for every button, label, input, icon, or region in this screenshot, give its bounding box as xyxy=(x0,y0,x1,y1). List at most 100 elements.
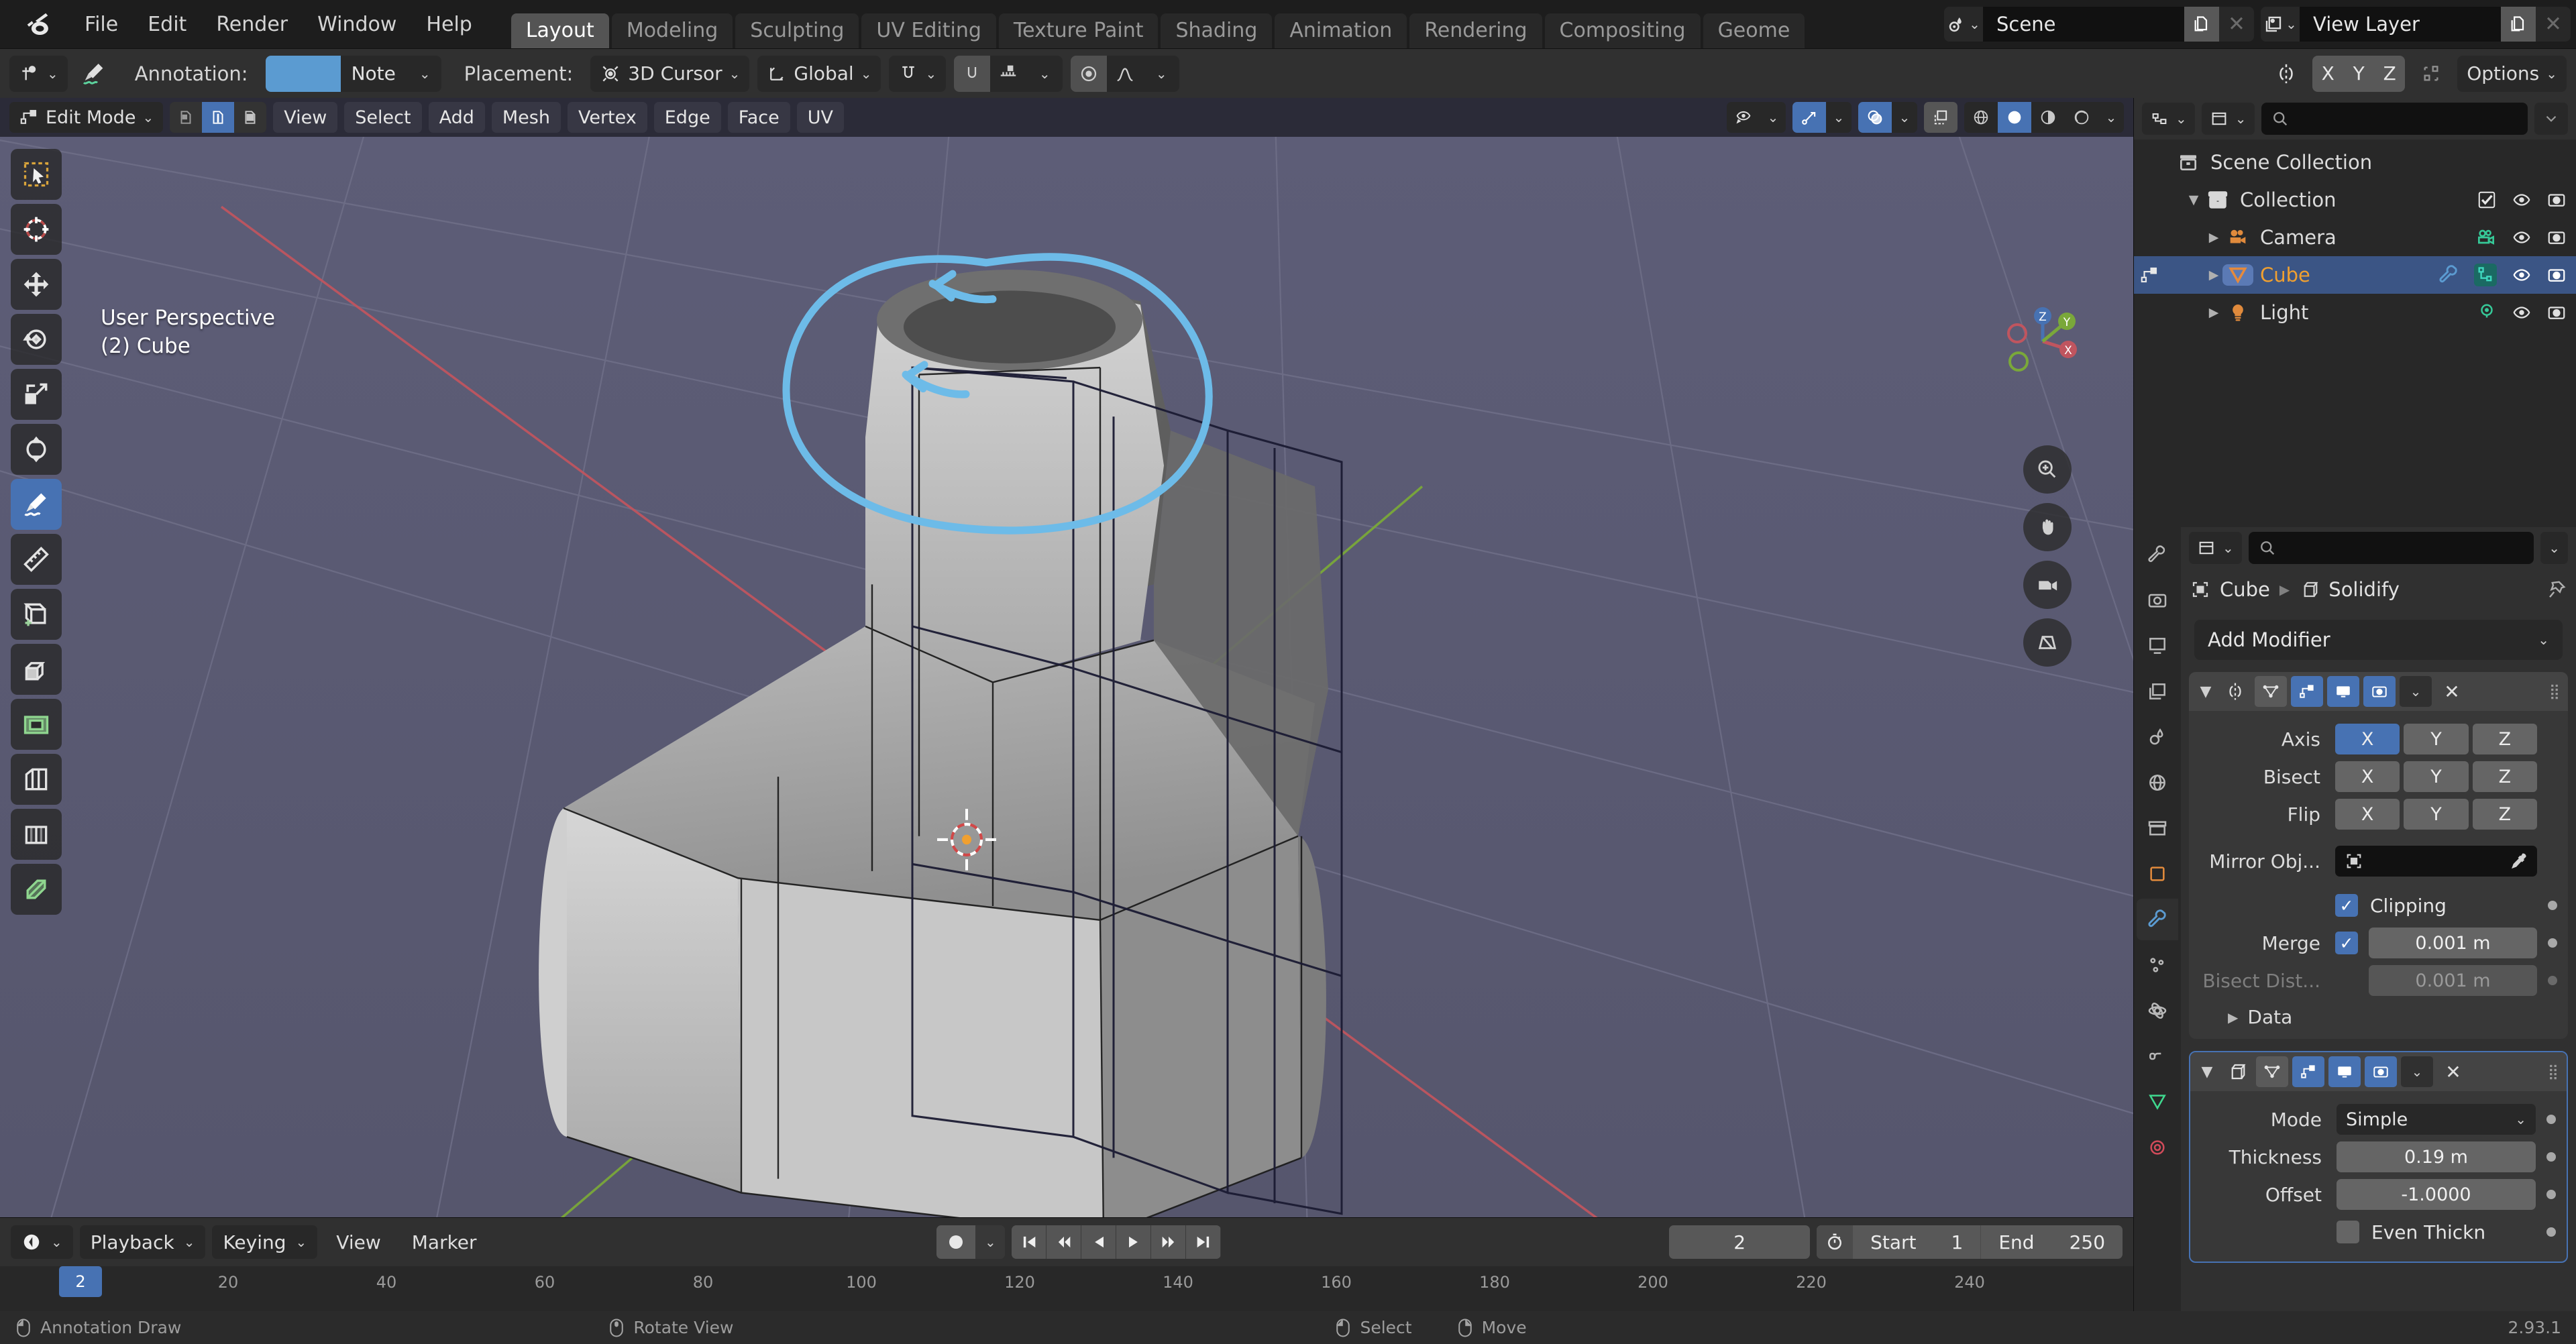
outliner-row-light[interactable]: ▶ Light xyxy=(2134,294,2576,331)
outliner-row-scene-collection[interactable]: Scene Collection xyxy=(2134,144,2576,181)
tab-collection[interactable] xyxy=(2137,807,2178,849)
tab-particles[interactable] xyxy=(2137,944,2178,986)
tool-select-box[interactable] xyxy=(11,149,62,200)
viewport-menu-select[interactable]: Select xyxy=(344,102,422,133)
tool-loop-cut[interactable] xyxy=(11,809,62,860)
light-data-icon[interactable] xyxy=(2477,302,2497,323)
tab-tool[interactable] xyxy=(2137,534,2178,575)
collection-exclude-checkbox[interactable] xyxy=(2477,190,2497,210)
tool-annotate[interactable] xyxy=(11,479,62,530)
tab-output[interactable] xyxy=(2137,625,2178,667)
animate-property-dot[interactable] xyxy=(2546,1227,2556,1237)
face-select-mode-icon[interactable] xyxy=(234,102,267,133)
properties-filter-chevron-icon[interactable]: ⌄ xyxy=(2540,532,2568,564)
vertex-select-mode-icon[interactable] xyxy=(170,102,203,133)
pin-icon[interactable] xyxy=(2546,579,2567,600)
properties-editor-type-selector[interactable]: ⌄ xyxy=(2189,532,2242,564)
bisect-y-button[interactable]: Y xyxy=(2404,761,2469,792)
start-frame-field[interactable]: Start 1 xyxy=(1853,1225,1982,1259)
thickness-field[interactable]: 0.19 m xyxy=(2337,1141,2536,1172)
interaction-mode-dropdown[interactable]: Edit Mode ⌄ xyxy=(9,102,164,133)
tab-constraints[interactable] xyxy=(2137,1035,2178,1077)
annotation-layer-dropdown[interactable]: Note ⌄ xyxy=(340,55,441,92)
modifier-show-in-edit-mode-icon[interactable] xyxy=(2292,1056,2324,1087)
tab-physics[interactable] xyxy=(2137,990,2178,1031)
modifier-show-in-edit-cage-icon[interactable] xyxy=(2255,676,2287,707)
timeline-editor-type-selector[interactable]: ⌄ xyxy=(11,1225,73,1259)
jump-to-next-keyframe-button[interactable] xyxy=(1151,1225,1187,1259)
workspace-tab-geometry-nodes[interactable]: Geome xyxy=(1703,13,1805,48)
tool-rotate[interactable] xyxy=(11,314,62,365)
tool-measure[interactable] xyxy=(11,534,62,585)
object-visibility-icon[interactable] xyxy=(1727,102,1760,133)
show-gizmo-icon[interactable] xyxy=(1792,102,1826,133)
snap-target-icon[interactable] xyxy=(990,56,1026,92)
symmetry-axis-y[interactable]: Y xyxy=(2343,55,2375,92)
viewport-menu-view[interactable]: View xyxy=(273,102,338,133)
toggle-xray-icon[interactable] xyxy=(1924,102,1957,133)
modifier-realtime-display-icon[interactable] xyxy=(2327,676,2359,707)
falloff-curve-icon[interactable] xyxy=(1107,56,1143,92)
add-modifier-button[interactable]: Add Modifier ⌄ xyxy=(2194,620,2563,660)
move-view-icon[interactable] xyxy=(2023,503,2072,551)
workspace-tab-shading[interactable]: Shading xyxy=(1161,13,1273,48)
wireframe-shading-icon[interactable] xyxy=(1964,102,1998,133)
outliner-editor-type-selector[interactable]: ⌄ xyxy=(2142,103,2195,135)
workspace-tab-uv-editing[interactable]: UV Editing xyxy=(861,13,996,48)
end-frame-field[interactable]: End 250 xyxy=(1981,1225,2123,1259)
eye-icon[interactable] xyxy=(2512,302,2532,323)
outliner-row-camera[interactable]: ▶ Camera xyxy=(2134,219,2576,256)
overlays-dropdown-chevron-icon[interactable]: ⌄ xyxy=(1892,102,1917,133)
options-dropdown[interactable]: Options ⌄ xyxy=(2457,55,2567,92)
outliner-display-mode-dropdown[interactable]: ⌄ xyxy=(2201,103,2255,135)
snapping-magnet-dropdown[interactable]: ⌄ xyxy=(889,55,947,92)
timeline-ruler[interactable]: 2 20 40 60 80 100 120 140 160 180 200 22… xyxy=(0,1266,2133,1311)
camera-render-icon[interactable] xyxy=(2546,227,2567,247)
modifier-realtime-display-icon[interactable] xyxy=(2328,1056,2361,1087)
tab-world[interactable] xyxy=(2137,762,2178,803)
viewport-menu-uv[interactable]: UV xyxy=(796,102,844,133)
3d-viewport[interactable]: User Perspective (2) Cube Z X Y xyxy=(0,137,2133,1217)
outliner-row-cube[interactable]: ▶ Cube xyxy=(2134,256,2576,294)
tool-knife[interactable] xyxy=(11,864,62,915)
eyedropper-icon[interactable] xyxy=(2509,852,2528,871)
merge-checkbox[interactable]: ✓ xyxy=(2335,932,2358,954)
tool-move[interactable] xyxy=(11,259,62,310)
material-preview-shading-icon[interactable] xyxy=(2031,102,2065,133)
mirror-data-subpanel[interactable]: ▶ Data xyxy=(2189,999,2568,1028)
menu-render[interactable]: Render xyxy=(201,9,303,40)
wrench-icon[interactable] xyxy=(2438,264,2459,286)
panel-collapse-triangle-icon[interactable]: ▼ xyxy=(2196,683,2216,700)
flip-z-button[interactable]: Z xyxy=(2472,799,2537,830)
animate-property-dot[interactable] xyxy=(2548,976,2557,985)
tab-scene[interactable] xyxy=(2137,716,2178,758)
animate-property-dot[interactable] xyxy=(2546,1115,2556,1124)
playback-dropdown[interactable]: Playback ⌄ xyxy=(79,1225,206,1259)
modifier-render-display-icon[interactable] xyxy=(2363,676,2396,707)
menu-file[interactable]: File xyxy=(70,9,133,40)
navigation-gizmo[interactable]: Z X Y xyxy=(2002,301,2083,382)
jump-to-previous-keyframe-button[interactable] xyxy=(1046,1225,1082,1259)
axis-y-button[interactable]: Y xyxy=(2404,724,2469,754)
delete-scene-button[interactable]: ✕ xyxy=(2219,7,2254,42)
tool-scale[interactable] xyxy=(11,369,62,420)
outliner-search-input[interactable] xyxy=(2261,103,2528,135)
disclosure-triangle-icon[interactable]: ▶ xyxy=(2205,268,2222,282)
outliner-filter-icon[interactable] xyxy=(2534,103,2568,135)
tool-cursor[interactable] xyxy=(11,204,62,255)
eye-icon[interactable] xyxy=(2512,265,2532,285)
play-button[interactable] xyxy=(1116,1225,1152,1259)
modifier-render-display-icon[interactable] xyxy=(2365,1056,2397,1087)
tool-extrude[interactable] xyxy=(11,644,62,695)
axis-z-button[interactable]: Z xyxy=(2472,724,2537,754)
modifier-drag-handle[interactable]: ⣿ xyxy=(2548,1064,2560,1080)
symmetry-axis-z[interactable]: Z xyxy=(2374,55,2406,92)
bisect-z-button[interactable]: Z xyxy=(2472,761,2537,792)
workspace-tab-compositing[interactable]: Compositing xyxy=(1544,13,1701,48)
auto-keying-dropdown-chevron-icon[interactable]: ⌄ xyxy=(975,1225,1006,1259)
timeline-menu-view[interactable]: View xyxy=(324,1231,392,1253)
gizmo-dropdown-chevron-icon[interactable]: ⌄ xyxy=(1826,102,1851,133)
solidify-mode-dropdown[interactable]: Simple ⌄ xyxy=(2337,1104,2536,1135)
editor-type-selector[interactable]: ⌄ xyxy=(9,55,68,92)
viewport-menu-edge[interactable]: Edge xyxy=(653,102,721,133)
